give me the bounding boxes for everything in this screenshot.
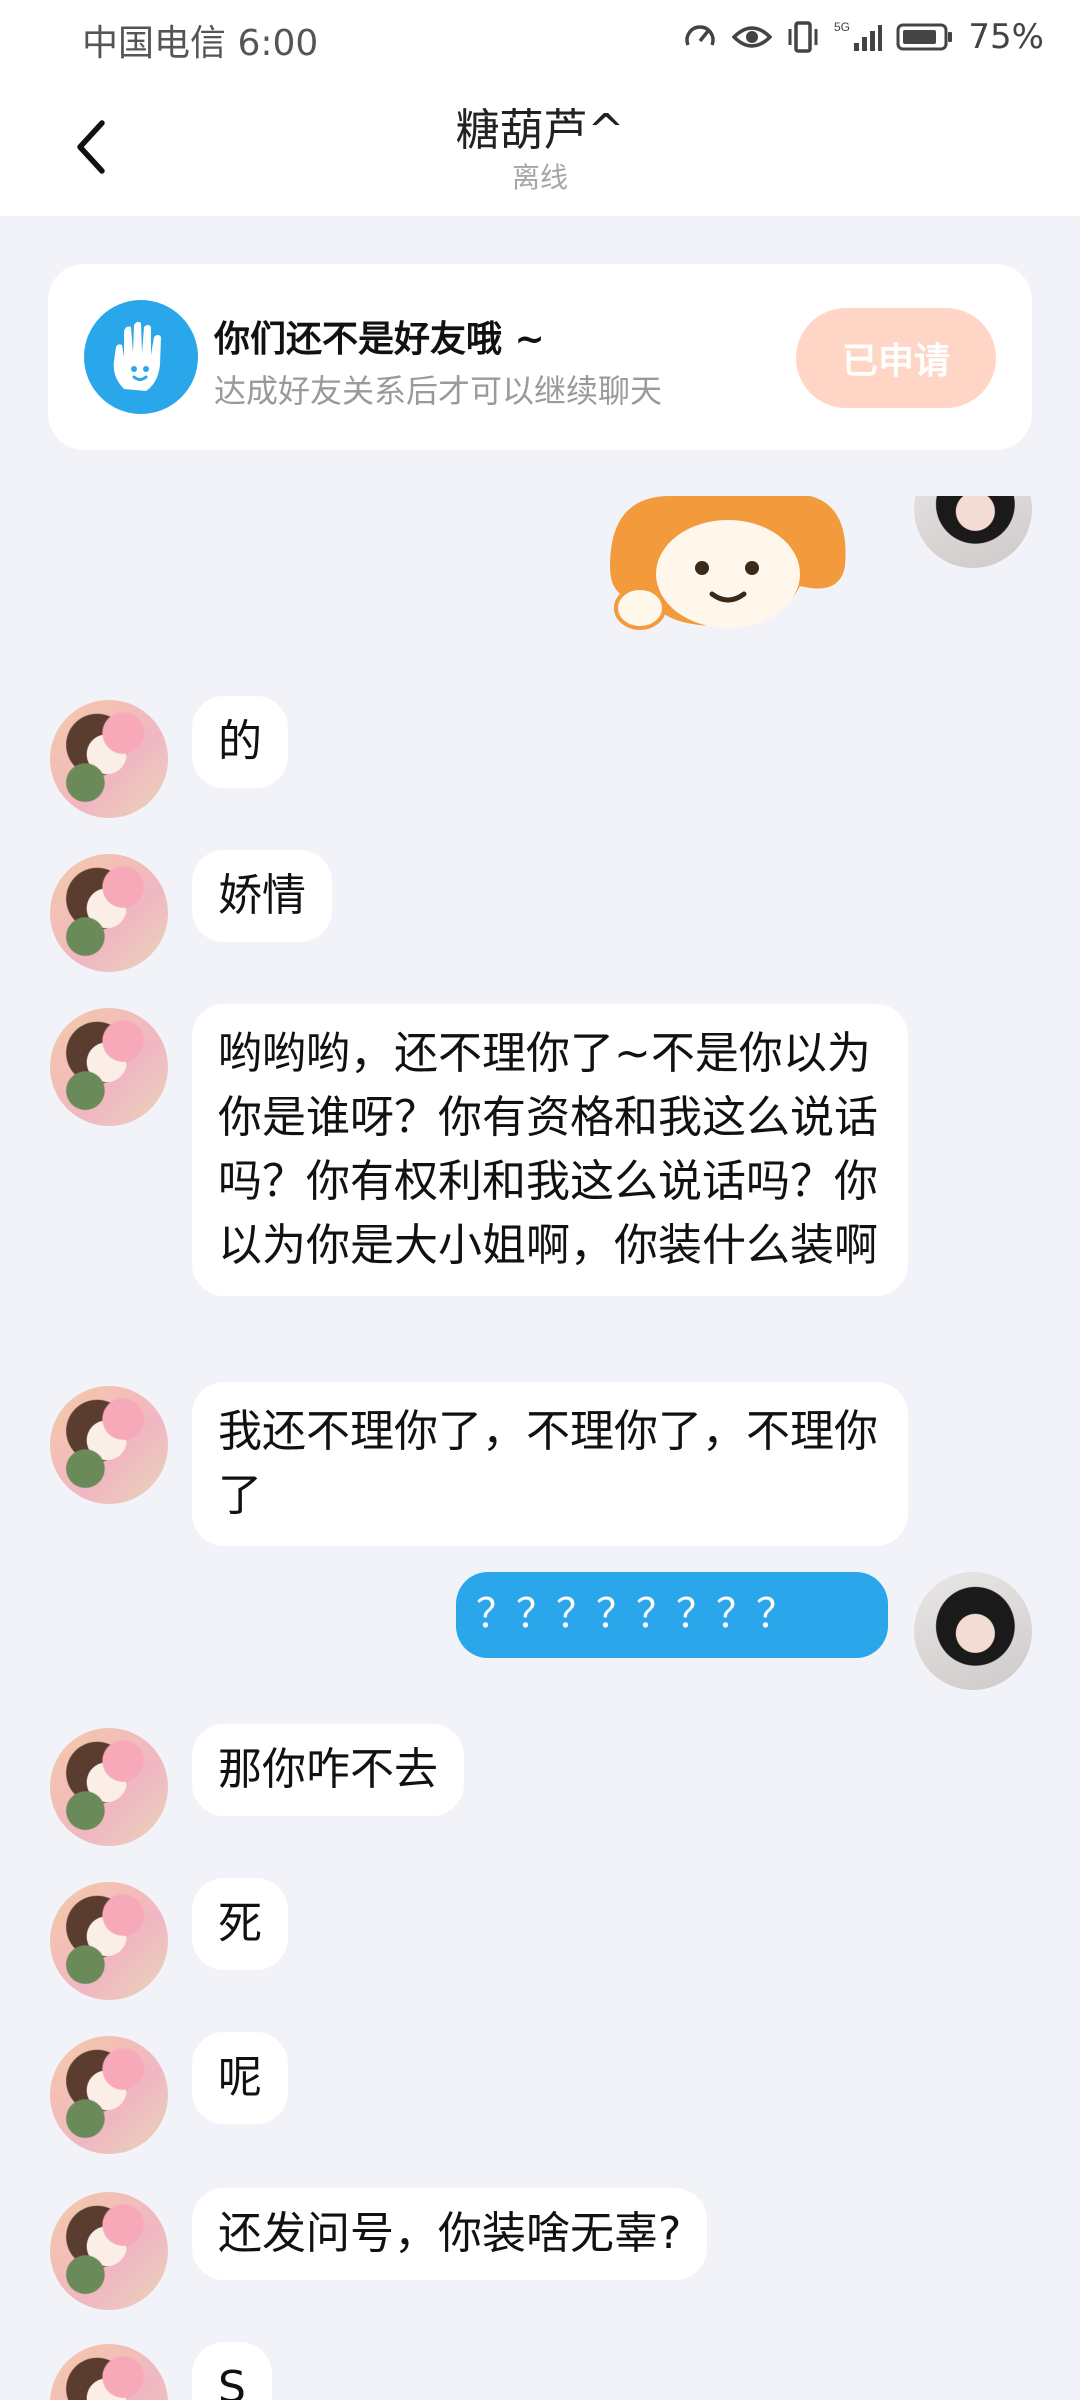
status-icons: 5G 75% — [682, 14, 1044, 60]
online-status: 离线 — [511, 161, 568, 194]
friend-avatar[interactable] — [50, 1728, 168, 1846]
applied-button[interactable]: 已申请 — [796, 308, 996, 408]
speed-icon — [682, 19, 718, 55]
signal-5g-icon: 5G — [834, 19, 883, 55]
notice-description: 达成好友关系后才可以继续聊天 — [214, 372, 663, 410]
chat-header: 糖葫芦^ 离线 — [0, 76, 1080, 216]
friend-avatar[interactable] — [50, 1882, 168, 2000]
message-bubble[interactable]: 哟哟哟，还不理你了~不是你以为你是谁呀？你有资格和我这么说话吗？你有权利和我这么… — [192, 1004, 908, 1296]
friend-avatar[interactable] — [50, 700, 168, 818]
vibrate-icon — [786, 19, 820, 55]
eye-icon — [732, 22, 773, 52]
status-bar: 中国电信 6:00 5G 75% — [0, 0, 1080, 76]
battery-icon — [896, 22, 954, 52]
message-bubble[interactable]: 那你咋不去 — [192, 1724, 464, 1816]
my-avatar[interactable] — [914, 1572, 1032, 1690]
carrier-time: 中国电信 6:00 — [82, 23, 319, 64]
friend-avatar[interactable] — [50, 1008, 168, 1126]
message-bubble[interactable]: 死 — [192, 1878, 288, 1970]
friend-avatar[interactable] — [50, 1386, 168, 1504]
sticker-image[interactable] — [600, 496, 850, 636]
hand-icon — [84, 300, 198, 414]
svg-text:5G: 5G — [834, 20, 850, 34]
not-friends-notice: 你们还不是好友哦 ~ 达成好友关系后才可以继续聊天 已申请 — [48, 264, 1032, 450]
my-avatar[interactable] — [914, 496, 1032, 568]
friend-avatar[interactable] — [50, 2344, 168, 2400]
message-bubble[interactable]: 娇情 — [192, 850, 332, 942]
message-bubble[interactable]: 我还不理你了，不理你了，不理你了 — [192, 1382, 908, 1546]
message-bubble[interactable]: S — [192, 2342, 272, 2400]
friend-avatar[interactable] — [50, 854, 168, 972]
friend-avatar[interactable] — [50, 2192, 168, 2310]
message-bubble[interactable]: 还发问号，你装啥无辜? — [192, 2188, 708, 2280]
message-bubble[interactable]: 呢 — [192, 2032, 288, 2124]
battery-percentage: 75% — [968, 17, 1044, 57]
contact-name[interactable]: 糖葫芦^ — [0, 94, 1080, 158]
chat-screen: 中国电信 6:00 5G 75% 糖葫芦^ 离线 你们还不是好友哦 ~ 达成好友… — [0, 0, 1080, 2400]
notice-title: 你们还不是好友哦 ~ — [214, 319, 545, 360]
message-bubble[interactable]: 的 — [192, 696, 288, 788]
my-message-bubble[interactable]: ？？？？？？？？ — [456, 1572, 888, 1658]
friend-avatar[interactable] — [50, 2036, 168, 2154]
message-list[interactable]: 的 娇情 哟哟哟，还不理你了~不是你以为你是谁呀？你有资格和我这么说话吗？你有权… — [0, 496, 1080, 2400]
